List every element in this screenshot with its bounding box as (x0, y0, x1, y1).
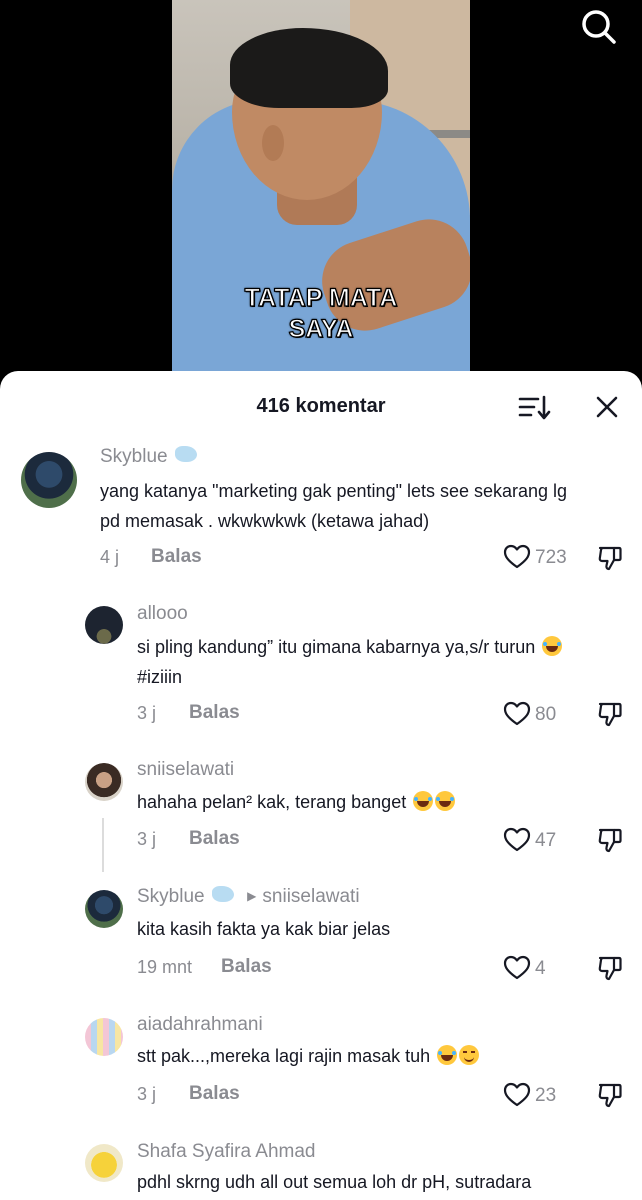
reply-button[interactable]: Balas (189, 1083, 240, 1105)
comment-username[interactable]: aiadahrahmani (137, 1014, 263, 1036)
dislike-button[interactable] (596, 700, 624, 728)
reply-arrow-icon: ▶ (247, 889, 257, 903)
smiling-emoji-icon (459, 1045, 480, 1065)
laughing-emoji-icon (437, 1045, 458, 1065)
thumbs-down-icon (598, 546, 622, 571)
comment-time: 3 j (137, 1084, 157, 1104)
video-caption: TATAP MATA SAYA (244, 283, 398, 343)
comment-username[interactable]: Skyblue (100, 446, 197, 468)
heart-icon (503, 544, 531, 569)
avatar[interactable] (85, 1144, 123, 1182)
dislike-button[interactable] (596, 1081, 624, 1109)
search-button[interactable] (578, 6, 620, 48)
thumbs-down-icon (598, 702, 622, 727)
dolphin-emoji-icon (211, 886, 234, 902)
reply-button[interactable]: Balas (151, 546, 202, 568)
comment-username[interactable]: Skyblue ▶ sniiselawati (137, 886, 360, 908)
comment-text: pdhl skrng udh all out semua loh dr pH, … (137, 1172, 532, 1192)
search-icon (582, 10, 616, 44)
heart-icon (503, 955, 531, 980)
avatar[interactable] (85, 763, 123, 801)
laughing-emoji-icon (435, 791, 456, 811)
like-count: 80 (535, 704, 557, 725)
like-count: 47 (535, 830, 557, 851)
laughing-emoji-icon (413, 791, 434, 811)
close-icon (596, 396, 618, 418)
comment-text: si pling kandung” itu gimana kabarnya ya… (137, 632, 637, 692)
comment-time: 4 j (100, 547, 120, 567)
heart-icon (503, 827, 531, 852)
dislike-button[interactable] (596, 954, 624, 982)
reply-button[interactable]: Balas (189, 828, 240, 850)
comment-text: stt pak...,mereka lagi rajin masak tuh (137, 1041, 637, 1071)
thumbs-down-icon (598, 828, 622, 853)
comment-time: 3 j (137, 703, 157, 723)
comment-text: hahaha pelan² kak, terang banget (137, 787, 637, 817)
reply-button[interactable]: Balas (189, 702, 240, 724)
comment-time: 3 j (137, 829, 157, 849)
sort-icon (518, 395, 551, 420)
video-player[interactable]: TATAP MATA SAYA (0, 0, 642, 400)
avatar[interactable] (85, 890, 123, 928)
close-button[interactable] (590, 393, 624, 423)
dislike-button[interactable] (596, 826, 624, 854)
thread-connector-line (102, 818, 104, 872)
dislike-button[interactable] (596, 544, 624, 572)
like-count: 23 (535, 1085, 557, 1106)
avatar[interactable] (21, 452, 77, 508)
dolphin-emoji-icon (174, 446, 197, 462)
comment-username[interactable]: allooo (137, 603, 188, 625)
comment-text: kita kasih fakta ya kak biar jelas (137, 919, 391, 939)
avatar[interactable] (85, 1018, 123, 1056)
heart-icon (503, 1082, 531, 1107)
sort-button[interactable] (516, 393, 552, 423)
like-count: 4 (535, 958, 546, 979)
laughing-emoji-icon (542, 636, 563, 656)
comment-text: yang katanya "marketing gak penting" let… (100, 481, 568, 531)
reply-to-username[interactable]: sniiselawati (262, 886, 359, 907)
thumbs-down-icon (598, 956, 622, 981)
heart-icon (503, 701, 531, 726)
thumbs-down-icon (598, 1083, 622, 1108)
sheet-header: 416 komentar (0, 371, 642, 441)
avatar[interactable] (85, 606, 123, 644)
comment-username[interactable]: Shafa Syafira Ahmad (137, 1141, 316, 1163)
like-count: 723 (535, 547, 567, 568)
comment-username[interactable]: sniiselawati (137, 759, 234, 781)
comment-time: 19 mnt (137, 957, 193, 977)
reply-button[interactable]: Balas (221, 956, 272, 978)
